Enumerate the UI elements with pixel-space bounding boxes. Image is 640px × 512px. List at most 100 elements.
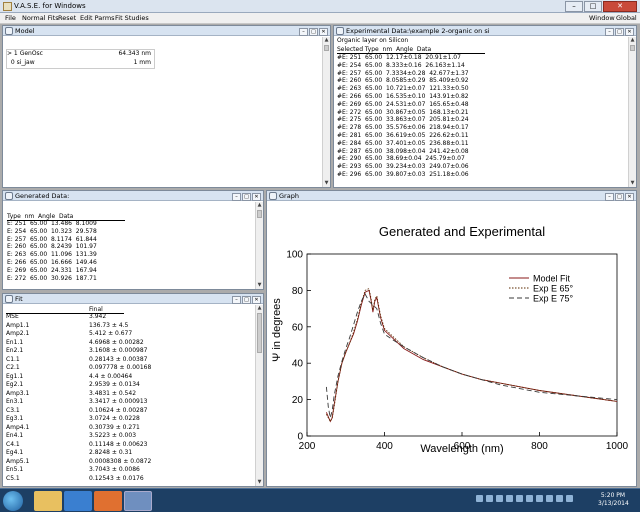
minimize-icon[interactable]: – bbox=[605, 193, 614, 201]
fit-param-value[interactable]: 2.9539 ± 0.0134 bbox=[89, 381, 140, 389]
maximize-icon[interactable]: □ bbox=[242, 296, 251, 304]
maximize-button[interactable]: □ bbox=[584, 1, 602, 12]
fit-param-value[interactable]: 0.30739 ± 0.271 bbox=[89, 424, 140, 432]
model-row-value[interactable]: 64.343 nm bbox=[89, 50, 151, 57]
fit-param-value[interactable]: 0.11148 ± 0.00623 bbox=[89, 441, 147, 449]
fit-param-value[interactable]: 3.7043 ± 0.0086 bbox=[89, 466, 140, 474]
scroll-thumb[interactable] bbox=[324, 45, 329, 51]
scroll-up-icon[interactable]: ▲ bbox=[323, 37, 330, 44]
start-button[interactable] bbox=[3, 491, 23, 511]
minimize-icon[interactable]: – bbox=[299, 28, 308, 36]
scroll-down-icon[interactable]: ▼ bbox=[256, 282, 263, 289]
fit-param-name[interactable]: C2.1 bbox=[6, 364, 20, 372]
menu-edit-parms[interactable]: Edit Parms bbox=[80, 14, 115, 22]
scroll-up-icon[interactable]: ▲ bbox=[629, 37, 636, 44]
fit-param-name[interactable]: Eg1.1 bbox=[6, 373, 23, 381]
close-icon[interactable]: ✕ bbox=[625, 193, 634, 201]
fit-param-value[interactable]: 0.12543 ± 0.0176 bbox=[89, 475, 144, 483]
fit-param-value[interactable]: 3.0724 ± 0.0228 bbox=[89, 415, 140, 423]
fit-param-name[interactable]: Amp1.1 bbox=[6, 322, 29, 330]
fit-param-value[interactable]: 0.0008308 ± 0.0872 bbox=[89, 458, 151, 466]
exp-data-row[interactable]: #E: 272 65.00 30.867±0.05 168.13±0.21 bbox=[337, 109, 469, 117]
scroll-down-icon[interactable]: ▼ bbox=[629, 180, 636, 187]
fit-param-value[interactable]: 0.097778 ± 0.00168 bbox=[89, 364, 151, 372]
close-button[interactable]: ✕ bbox=[603, 1, 637, 12]
exp-data-row[interactable]: #E: 260 65.00 8.0585±0.29 85.409±0.92 bbox=[337, 78, 469, 85]
scroll-down-icon[interactable]: ▼ bbox=[256, 479, 263, 486]
exp-data-row[interactable]: #E: 284 65.00 37.401±0.05 236.88±0.11 bbox=[337, 140, 469, 148]
fit-param-value[interactable]: 3.5223 ± 0.003 bbox=[89, 432, 136, 440]
scroll-up-icon[interactable]: ▲ bbox=[256, 202, 263, 209]
fit-param-name[interactable]: C3.1 bbox=[6, 407, 20, 415]
tray-icon[interactable] bbox=[526, 495, 533, 502]
menu-window[interactable]: Window bbox=[589, 14, 615, 22]
fit-param-name[interactable]: En5.1 bbox=[6, 466, 23, 474]
exp-data-row[interactable]: #E: 287 65.00 38.098±0.04 241.42±0.08 bbox=[337, 148, 469, 156]
fit-param-value[interactable]: 3.942 bbox=[89, 313, 106, 321]
fit-param-value[interactable]: 5.412 ± 0.677 bbox=[89, 330, 132, 338]
fit-param-name[interactable]: MSE bbox=[6, 313, 19, 321]
volume-icon[interactable] bbox=[546, 495, 553, 502]
fit-param-value[interactable]: 4.6968 ± 0.00282 bbox=[89, 339, 144, 347]
model-scrollbar[interactable]: ▲ ▼ bbox=[322, 37, 330, 187]
tray-icon[interactable] bbox=[476, 495, 483, 502]
exp-data-row[interactable]: #E: 281 65.00 36.619±0.05 226.62±0.11 bbox=[337, 132, 469, 140]
ie-browser-icon[interactable] bbox=[64, 491, 92, 511]
fit-param-name[interactable]: Amp4.1 bbox=[6, 424, 29, 432]
exp-data-row[interactable]: #E: 269 65.00 24.531±0.07 165.65±0.48 bbox=[337, 101, 469, 109]
model-row[interactable]: > 1 GenOsc bbox=[7, 50, 43, 57]
fit-param-value[interactable]: 0.28143 ± 0.00387 bbox=[89, 356, 147, 364]
fit-scrollbar[interactable]: ▲ ▼ bbox=[255, 305, 263, 486]
close-icon[interactable]: ✕ bbox=[252, 193, 261, 201]
menu-fit-studies[interactable]: Fit Studies bbox=[115, 14, 149, 22]
exp-data-row[interactable]: #E: 254 65.00 8.333±0.16 26.163±1.14 bbox=[337, 62, 465, 70]
scroll-thumb[interactable] bbox=[257, 210, 262, 218]
fit-param-value[interactable]: 3.4831 ± 0.542 bbox=[89, 390, 136, 398]
clock[interactable]: 5:20 PM 3/13/2014 bbox=[598, 492, 629, 508]
vase-taskbar-icon[interactable] bbox=[124, 491, 152, 511]
battery-icon[interactable] bbox=[566, 495, 573, 502]
menu-normal-fits[interactable]: Normal Fits bbox=[22, 14, 59, 22]
fit-param-name[interactable]: C5.1 bbox=[6, 475, 20, 483]
maximize-icon[interactable]: □ bbox=[309, 28, 318, 36]
maximize-icon[interactable]: □ bbox=[242, 193, 251, 201]
minimize-button[interactable]: – bbox=[565, 1, 583, 12]
tray-icon[interactable] bbox=[516, 495, 523, 502]
fit-param-value[interactable]: 3.1608 ± 0.000987 bbox=[89, 347, 147, 355]
minimize-icon[interactable]: – bbox=[232, 193, 241, 201]
fit-param-value[interactable]: 0.10624 ± 0.00287 bbox=[89, 407, 147, 415]
exp-data-row[interactable]: #E: 290 65.00 38.69±0.04 245.79±0.07 bbox=[337, 156, 465, 163]
menu-reset[interactable]: Reset bbox=[58, 14, 76, 22]
model-row[interactable]: 0 si_jaw bbox=[7, 59, 35, 66]
tray-icon[interactable] bbox=[486, 495, 493, 502]
minimize-icon[interactable]: – bbox=[605, 28, 614, 36]
tray-icon[interactable] bbox=[506, 495, 513, 502]
fit-param-name[interactable]: En1.1 bbox=[6, 339, 23, 347]
fit-param-name[interactable]: Eg3.1 bbox=[6, 415, 23, 423]
minimize-icon[interactable]: – bbox=[232, 296, 241, 304]
fit-param-name[interactable]: Eg2.1 bbox=[6, 381, 23, 389]
ellipsometry-chart[interactable]: Generated and Experimental Wavelength (n… bbox=[267, 202, 636, 487]
model-row-value[interactable]: 1 mm bbox=[89, 59, 151, 66]
fit-param-name[interactable]: C1.1 bbox=[6, 356, 20, 364]
network-icon[interactable] bbox=[536, 495, 543, 502]
fit-param-name[interactable]: Amp5.1 bbox=[6, 458, 29, 466]
fit-param-name[interactable]: Amp2.1 bbox=[6, 330, 29, 338]
fit-param-name[interactable]: C4.1 bbox=[6, 441, 20, 449]
exp-data-row[interactable]: #E: 251 65.00 12.17±0.18 20.91±1.07 bbox=[337, 54, 461, 62]
scroll-down-icon[interactable]: ▼ bbox=[323, 180, 330, 187]
fit-param-value[interactable]: 136.73 ± 4.5 bbox=[89, 322, 128, 330]
fit-param-name[interactable]: En3.1 bbox=[6, 398, 23, 406]
menu-global[interactable]: Global bbox=[616, 14, 637, 22]
fit-param-value[interactable]: 2.8248 ± 0.31 bbox=[89, 449, 132, 457]
firefox-icon[interactable] bbox=[94, 491, 122, 511]
exp-scrollbar[interactable]: ▲ ▼ bbox=[628, 37, 636, 187]
maximize-icon[interactable]: □ bbox=[615, 28, 624, 36]
fit-param-name[interactable]: En4.1 bbox=[6, 432, 23, 440]
close-icon[interactable]: ✕ bbox=[252, 296, 261, 304]
exp-data-row[interactable]: #E: 266 65.00 16.535±0.10 143.91±0.82 bbox=[337, 93, 469, 101]
scroll-thumb[interactable] bbox=[257, 313, 262, 353]
fit-param-name[interactable]: En2.1 bbox=[6, 347, 23, 355]
exp-data-row[interactable]: #E: 293 65.00 39.234±0.03 249.07±0.06 bbox=[337, 164, 469, 171]
menu-file[interactable]: File bbox=[5, 14, 16, 22]
